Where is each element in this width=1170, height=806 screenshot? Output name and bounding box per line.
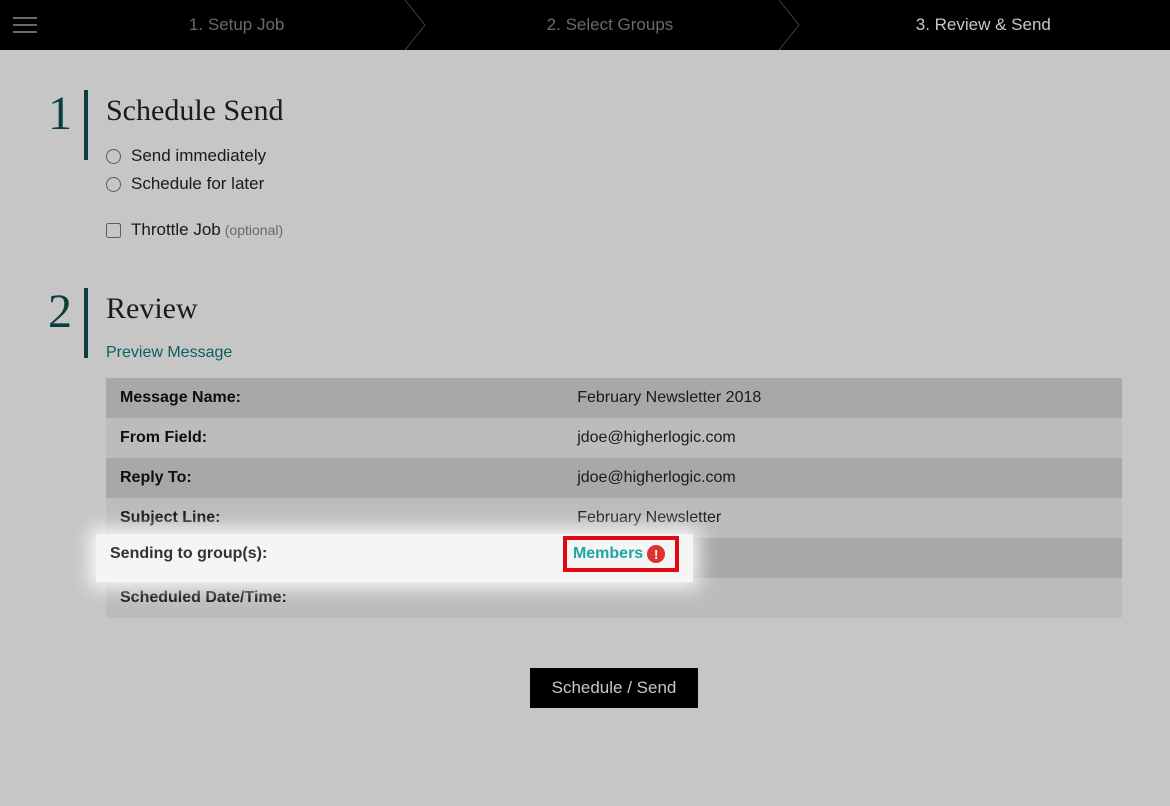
section-divider-bar xyxy=(84,288,88,358)
radio-send-immediately-input[interactable] xyxy=(106,149,121,164)
wizard-step-review-send[interactable]: 3. Review & Send xyxy=(797,0,1170,50)
radio-schedule-later-input[interactable] xyxy=(106,177,121,192)
review-label-subject: Subject Line: xyxy=(106,498,563,538)
radio-send-immediately-label: Send immediately xyxy=(131,146,266,166)
table-row: Message Name: February Newsletter 2018 xyxy=(106,378,1122,418)
radio-send-immediately[interactable]: Send immediately xyxy=(106,146,1122,166)
wizard-steps: 1. Setup Job 2. Select Groups 3. Review … xyxy=(50,0,1170,50)
callout-label: Sending to group(s): xyxy=(110,545,563,563)
review-value-from-field: jdoe@higherlogic.com xyxy=(563,418,1122,458)
section-number: 1 xyxy=(48,90,84,138)
review-value-message-name: February Newsletter 2018 xyxy=(563,378,1122,418)
section-number-block: 1 xyxy=(48,90,88,248)
section-number-block: 2 xyxy=(48,288,88,708)
wizard-step-setup-job[interactable]: 1. Setup Job xyxy=(50,0,423,50)
table-row: Subject Line: February Newsletter xyxy=(106,498,1122,538)
review-label-from-field: From Field: xyxy=(106,418,563,458)
callout-sending-to-groups: Sending to group(s): Members ! xyxy=(96,534,693,582)
wizard-step-select-groups[interactable]: 2. Select Groups xyxy=(423,0,796,50)
radio-schedule-later-label: Schedule for later xyxy=(131,174,264,194)
menu-hamburger-icon[interactable] xyxy=(0,0,50,50)
checkbox-throttle-hint: (optional) xyxy=(225,222,283,238)
preview-message-link[interactable]: Preview Message xyxy=(106,344,232,362)
action-bar: Schedule / Send xyxy=(106,668,1122,708)
table-row: From Field: jdoe@higherlogic.com xyxy=(106,418,1122,458)
callout-value-box[interactable]: Members ! xyxy=(563,536,679,572)
review-value-subject: February Newsletter xyxy=(563,498,1122,538)
checkbox-throttle-job-label: Throttle Job xyxy=(131,220,221,240)
review-label-scheduled: Scheduled Date/Time: xyxy=(106,578,563,618)
checkbox-throttle-job-input[interactable] xyxy=(106,223,121,238)
schedule-send-button[interactable]: Schedule / Send xyxy=(530,668,699,708)
table-row: Scheduled Date/Time: xyxy=(106,578,1122,618)
review-label-reply-to: Reply To: xyxy=(106,458,563,498)
section-title-schedule: Schedule Send xyxy=(106,94,1122,128)
section-schedule-send: 1 Schedule Send Send immediately Schedul… xyxy=(48,90,1122,248)
section-review: 2 Review Preview Message Message Name: F… xyxy=(48,288,1122,708)
section-number: 2 xyxy=(48,288,84,336)
review-value-scheduled xyxy=(563,578,1122,618)
section-title-review: Review xyxy=(106,292,1122,326)
warning-icon: ! xyxy=(647,545,665,563)
main-content: 1 Schedule Send Send immediately Schedul… xyxy=(0,50,1170,806)
checkbox-throttle-job[interactable]: Throttle Job (optional) xyxy=(106,220,1122,240)
review-summary-table: Message Name: February Newsletter 2018 F… xyxy=(106,378,1122,618)
table-row: Reply To: jdoe@higherlogic.com xyxy=(106,458,1122,498)
section-divider-bar xyxy=(84,90,88,160)
radio-schedule-later[interactable]: Schedule for later xyxy=(106,174,1122,194)
review-label-message-name: Message Name: xyxy=(106,378,563,418)
review-value-reply-to: jdoe@higherlogic.com xyxy=(563,458,1122,498)
callout-group-link[interactable]: Members xyxy=(573,545,643,563)
wizard-top-bar: 1. Setup Job 2. Select Groups 3. Review … xyxy=(0,0,1170,50)
